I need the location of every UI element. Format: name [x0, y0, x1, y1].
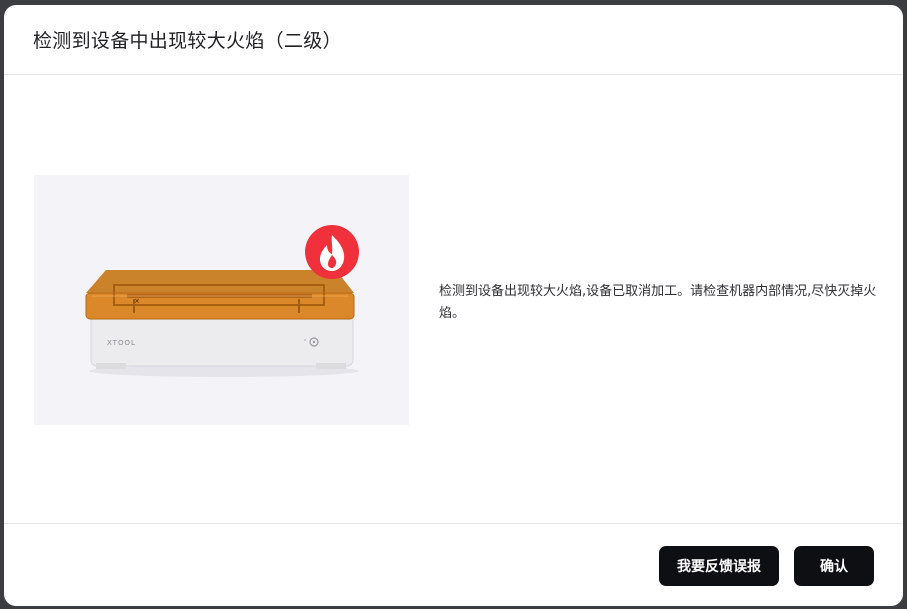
dialog-footer: 我要反馈误报 确认	[4, 523, 903, 606]
dialog-body: XTOOL × 检测到设备出现较大火焰,设备已取消加工。请检查机器内部情况,尽快…	[4, 76, 903, 523]
dialog-header: 检测到设备中出现较大火焰（二级）	[4, 5, 903, 75]
report-false-alarm-button[interactable]: 我要反馈误报	[659, 546, 779, 586]
laser-engraver-image: XTOOL ×	[85, 225, 359, 377]
svg-text:×: ×	[134, 297, 140, 305]
fire-alert-dialog: 检测到设备中出现较大火焰（二级） XTOOL × 检测到设备出现较大火焰,设备已…	[4, 5, 903, 606]
alert-message: 检测到设备出现较大火焰,设备已取消加工。请检查机器内部情况,尽快灭掉火焰。	[439, 284, 877, 321]
brand-logo-text: XTOOL	[107, 339, 136, 347]
device-fire-illustration: XTOOL ×	[34, 175, 409, 425]
dialog-title: 检测到设备中出现较大火焰（二级）	[33, 30, 342, 52]
fire-alert-badge	[305, 225, 359, 279]
confirm-button[interactable]: 确认	[794, 546, 874, 586]
